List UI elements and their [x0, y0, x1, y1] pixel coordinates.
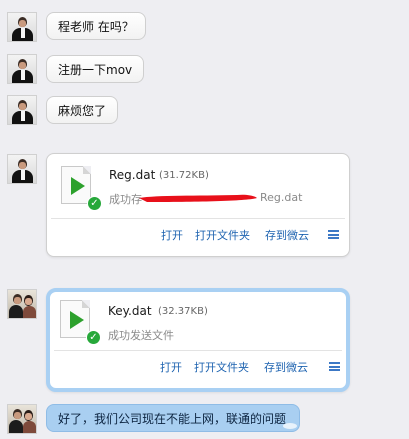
message-bubble: 程老师 在吗？: [46, 12, 146, 40]
avatar[interactable]: [7, 12, 37, 42]
open-folder-button[interactable]: 打开文件夹: [195, 227, 250, 243]
file-transfer-card: ✓ Key.dat (32.37KB) 成功发送文件 打开 打开文件夹 存到微云: [46, 288, 350, 392]
file-name[interactable]: Key.dat: [108, 304, 152, 318]
file-play-icon[interactable]: [60, 300, 90, 338]
message-bubble: 好了，我们公司现在不能上网，联通的问题: [46, 404, 300, 432]
bubble-tail-icon: [283, 423, 297, 429]
menu-icon[interactable]: [329, 362, 340, 371]
file-status: 成功发送文件: [108, 329, 174, 342]
avatar[interactable]: [7, 289, 37, 319]
message-text: 注册一下mov: [58, 63, 133, 77]
open-button[interactable]: 打开: [160, 359, 182, 375]
file-status-path: Reg.dat: [260, 191, 303, 204]
menu-icon[interactable]: [328, 230, 339, 239]
message-text: 麻烦您了: [58, 104, 107, 118]
message-bubble: 注册一下mov: [46, 55, 145, 83]
redaction-mark: [139, 194, 257, 202]
file-size: (31.72KB): [159, 170, 209, 181]
check-icon: ✓: [86, 330, 101, 345]
avatar[interactable]: [7, 404, 37, 434]
file-size: (32.37KB): [158, 306, 208, 317]
avatar[interactable]: [7, 154, 37, 184]
open-button[interactable]: 打开: [161, 227, 183, 243]
message-bubble: 麻烦您了: [46, 96, 119, 124]
save-to-cloud-button[interactable]: 存到微云: [265, 227, 309, 243]
file-transfer-card: ✓ Reg.dat (31.72KB) 成功存 Reg.dat 打开 打开文件夹…: [46, 153, 350, 257]
message-text: 好了，我们公司现在不能上网，联通的问题: [58, 412, 287, 426]
open-folder-button[interactable]: 打开文件夹: [194, 359, 249, 375]
avatar[interactable]: [7, 54, 37, 84]
avatar[interactable]: [7, 95, 37, 125]
file-name[interactable]: Reg.dat: [109, 168, 155, 182]
message-text: 程老师 在吗？: [58, 20, 134, 34]
save-to-cloud-button[interactable]: 存到微云: [264, 359, 308, 375]
check-icon: ✓: [87, 196, 102, 211]
file-play-icon[interactable]: [61, 166, 91, 204]
